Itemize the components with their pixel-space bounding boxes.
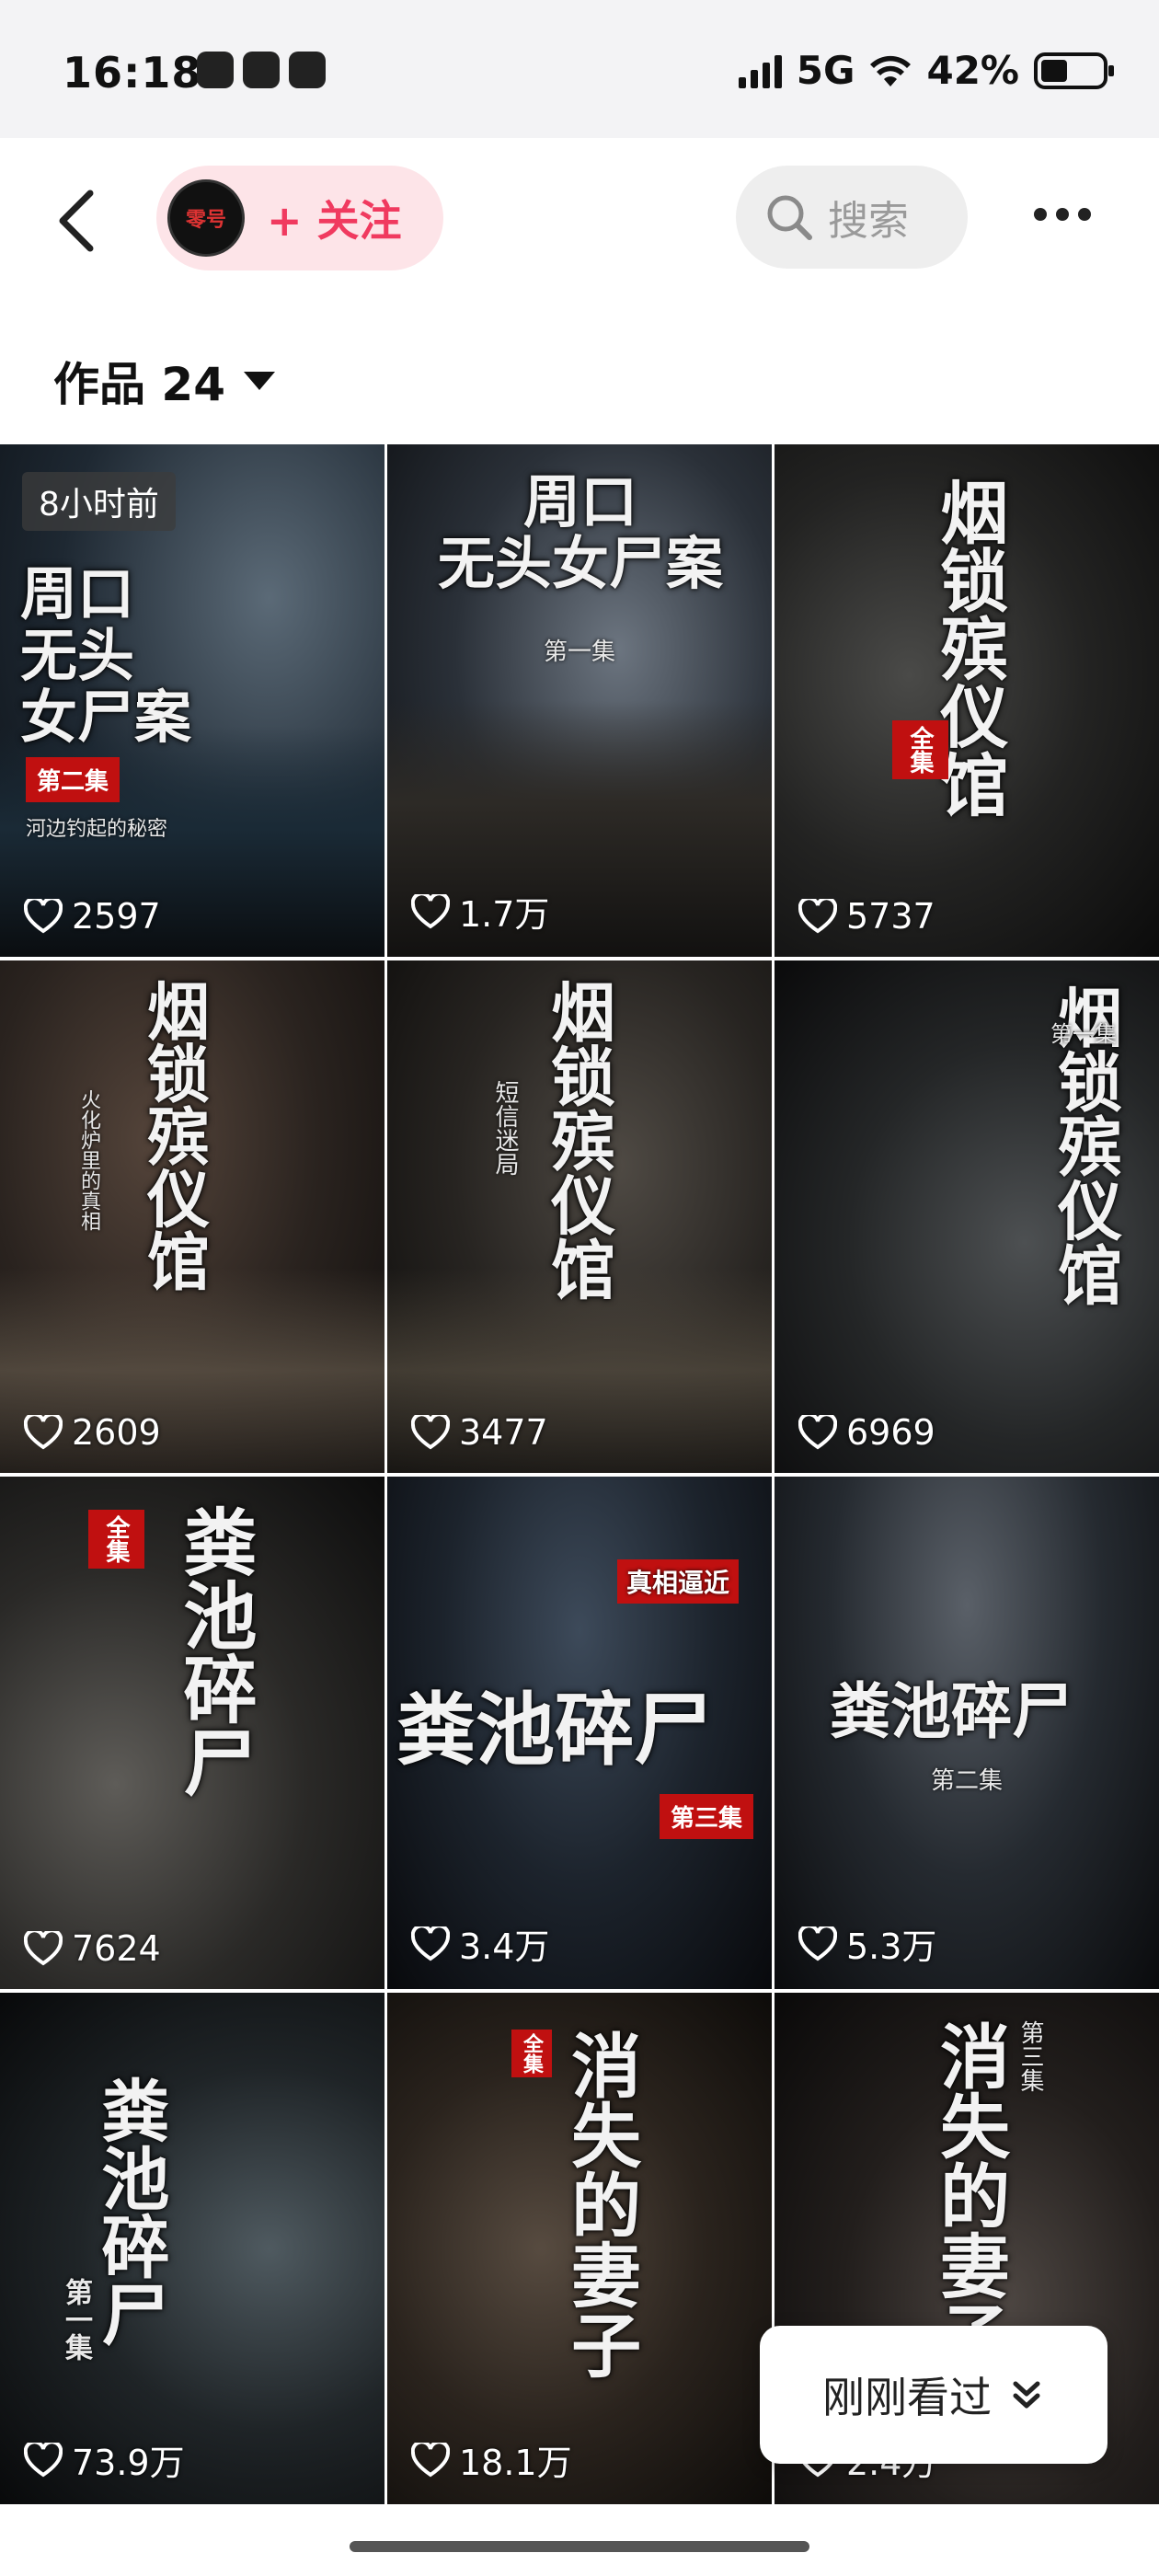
heart-icon (798, 899, 837, 934)
heart-icon (411, 893, 450, 928)
network-type: 5G (796, 48, 855, 93)
search-button[interactable]: 搜索 (736, 166, 968, 269)
avatar[interactable]: 零号 (167, 179, 245, 257)
battery-percent: 42% (926, 48, 1019, 93)
tile-subtitle: 火化炉里的真相 (77, 1089, 100, 1231)
tile-title: 粪池碎尸 (89, 2076, 169, 2348)
follow-button[interactable]: 零号 + 关注 (156, 166, 443, 270)
video-tile[interactable]: 消失的妻子 全集 18.1万 (387, 1993, 772, 2505)
like-count: 18.1万 (411, 2434, 572, 2485)
works-count-label: 作品 24 (53, 358, 225, 411)
heart-icon (798, 1926, 837, 1961)
heart-icon (411, 1926, 450, 1961)
tile-title: 烟锁殡仪馆 (135, 979, 210, 1292)
follow-label: + 关注 (267, 196, 402, 246)
video-tile[interactable]: 烟锁殡仪馆 全集 5737 (775, 444, 1159, 957)
tile-subtitle: 真相逼近 (617, 1559, 740, 1604)
wechat-notify-icon-2 (243, 52, 280, 88)
search-icon (767, 195, 812, 240)
heart-icon (24, 2442, 63, 2477)
like-count: 1.7万 (411, 886, 549, 937)
tile-title: 烟锁殡仪馆 (540, 979, 617, 1301)
tile-title: 消失的妻子 (559, 2030, 642, 2379)
post-time-badge: 8小时前 (22, 472, 176, 531)
heart-icon (798, 1415, 837, 1450)
tile-title: 粪池碎尸 (830, 1675, 1073, 1747)
tile-title: 周口 无头女尸案 (437, 468, 723, 597)
heart-icon (24, 1931, 63, 1966)
tile-title: 消失的妻子 (928, 2020, 1011, 2370)
tile-subtitle: 第一集 (1050, 1021, 1117, 1047)
status-right: 5G 42% (738, 48, 1114, 93)
episode-badge: 全集 (511, 2030, 552, 2077)
home-indicator[interactable] (350, 2541, 809, 2552)
tile-subtitle: 短信迷局 (491, 1080, 519, 1176)
video-tile[interactable]: 粪池碎尸 全集 7624 (0, 1477, 384, 1989)
dropdown-caret-icon (244, 372, 275, 390)
status-time: 16:18 (63, 48, 202, 98)
bottom-area (0, 2504, 1159, 2576)
tile-title: 粪池碎尸 (396, 1684, 713, 1777)
like-count: 3.4万 (411, 1918, 549, 1969)
heart-icon (24, 1415, 63, 1450)
double-chevron-down-icon (1013, 2381, 1040, 2409)
heart-icon (24, 899, 63, 934)
like-count: 5737 (798, 896, 935, 937)
like-count: 6969 (798, 1412, 935, 1453)
status-bar: 16:18 5G 42% (0, 0, 1159, 138)
works-filter[interactable]: 作品 24 (53, 348, 275, 414)
cell-signal-icon (738, 53, 782, 88)
battery-icon (1034, 52, 1114, 89)
tile-subtitle: 第一集 (60, 2278, 92, 2361)
tile-subtitle: 第二集 (931, 1767, 1004, 1795)
video-tile[interactable]: 烟锁殡仪馆 第一集 6969 (775, 960, 1159, 1473)
back-arrow-icon[interactable] (46, 184, 110, 258)
video-tile[interactable]: 粪池碎尸 第二集 5.3万 (775, 1477, 1159, 1989)
video-tile[interactable]: 粪池碎尸 第一集 73.9万 (0, 1993, 384, 2505)
tile-subtitle: 第一集 (544, 638, 616, 666)
episode-badge: 全集 (88, 1510, 144, 1569)
wechat-notify-icon (197, 52, 234, 88)
like-count: 2609 (24, 1412, 161, 1453)
video-tile[interactable]: 烟锁殡仪馆 火化炉里的真相 2609 (0, 960, 384, 1473)
app-notify-icon (289, 52, 326, 88)
tile-subtitle: 河边钓起的秘密 (26, 818, 168, 841)
notification-icons (197, 52, 326, 88)
heart-icon (411, 2442, 450, 2477)
episode-badge: 第二集 (26, 757, 120, 802)
like-count: 3477 (411, 1412, 548, 1453)
episode-badge: 第三集 (660, 1794, 754, 1839)
wifi-icon (870, 55, 912, 86)
search-label: 搜索 (828, 198, 909, 245)
video-tile[interactable]: 8小时前 周口 无头 女尸案 第二集 河边钓起的秘密 2597 (0, 444, 384, 957)
like-count: 73.9万 (24, 2434, 185, 2485)
heart-icon (411, 1415, 450, 1450)
tile-title: 周口 无头 女尸案 (20, 560, 192, 751)
video-tile[interactable]: 周口 无头女尸案 第一集 1.7万 (387, 444, 772, 957)
video-grid: 8小时前 周口 无头 女尸案 第二集 河边钓起的秘密 2597 周口 无头女尸案… (0, 444, 1159, 2505)
episode-badge: 全集 (892, 720, 948, 779)
like-count: 2597 (24, 896, 161, 937)
more-options-icon[interactable] (1034, 208, 1091, 221)
like-count: 7624 (24, 1928, 161, 1969)
tile-subtitle: 第三集 (1016, 2020, 1044, 2092)
tile-title: 粪池碎尸 (171, 1504, 258, 1799)
recently-viewed-button[interactable]: 刚刚看过 (760, 2326, 1107, 2464)
video-tile[interactable]: 烟锁殡仪馆 短信迷局 3477 (387, 960, 772, 1473)
recently-viewed-label: 刚刚看过 (822, 2373, 992, 2422)
top-nav: 零号 + 关注 搜索 (0, 138, 1159, 304)
video-tile[interactable]: 真相逼近 粪池碎尸 第三集 3.4万 (387, 1477, 772, 1989)
like-count: 5.3万 (798, 1918, 936, 1969)
